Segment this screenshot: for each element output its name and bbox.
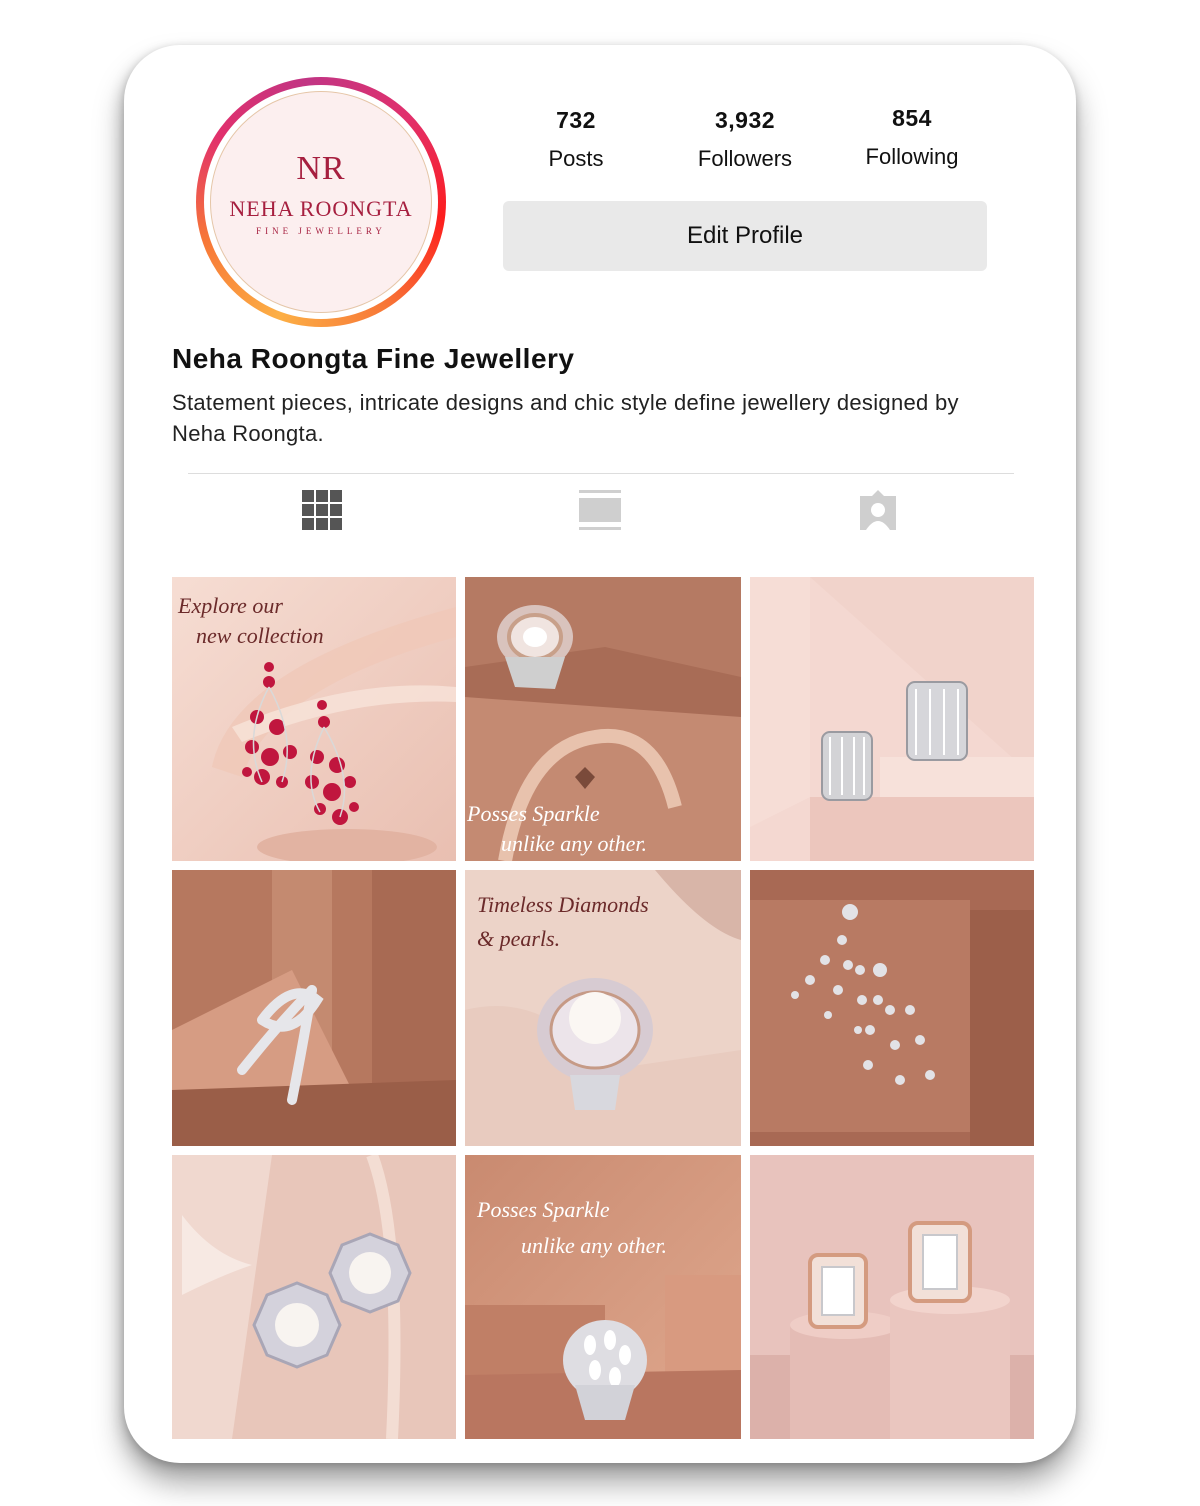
stat-followers-label: Followers: [697, 146, 793, 171]
edit-profile-button[interactable]: Edit Profile: [503, 201, 987, 271]
profile-bio: Statement pieces, intricate designs and …: [172, 390, 959, 446]
feed-icon: [579, 490, 621, 530]
post-5-caption-line-2: & pearls.: [477, 926, 561, 951]
post-tile-5[interactable]: Timeless Diamonds & pearls.: [465, 870, 741, 1146]
stat-following-label: Following: [865, 144, 959, 169]
stat-following[interactable]: 854 Following: [827, 105, 997, 170]
stat-posts-label: Posts: [548, 146, 604, 171]
post-tile-7[interactable]: [172, 1155, 456, 1439]
tab-tagged[interactable]: [848, 485, 908, 535]
post-1-caption-line-1: Explore our: [178, 593, 283, 618]
post-image-4: [172, 870, 456, 1146]
stat-followers-value: 3,932: [714, 107, 776, 133]
post-tile-6[interactable]: [750, 870, 1034, 1146]
post-image-3: [750, 577, 1034, 861]
tagged-icon: [860, 490, 896, 530]
post-2-caption-line-2: unlike any other.: [501, 831, 648, 856]
tab-grid[interactable]: [292, 485, 352, 535]
post-image-9: [750, 1155, 1034, 1439]
post-image-7: [172, 1155, 456, 1439]
posts-grid: Explore our new collection Posses Sparkl…: [172, 577, 1034, 1439]
stat-followers[interactable]: 3,932 Followers: [660, 107, 830, 172]
avatar-ring-gap: NR NEHA ROONGTA FINE JEWELLERY: [204, 85, 438, 319]
stat-posts-value: 732: [556, 107, 596, 133]
post-image-6: [750, 870, 1034, 1146]
post-8-caption-line-1: Posses Sparkle: [477, 1197, 610, 1222]
stat-posts[interactable]: 732 Posts: [491, 107, 661, 172]
post-8-caption-line-2: unlike any other.: [521, 1233, 668, 1258]
brand-logo: NR NEHA ROONGTA FINE JEWELLERY: [210, 91, 432, 313]
logo-monogram: NR: [296, 150, 346, 187]
stat-following-value: 854: [892, 105, 932, 131]
tab-feed[interactable]: [570, 485, 630, 535]
profile-name: Neha Roongta Fine Jewellery: [172, 343, 575, 374]
tabs-divider: [188, 473, 1014, 474]
profile-avatar[interactable]: NR NEHA ROONGTA FINE JEWELLERY: [196, 77, 446, 327]
post-1-caption-line-2: new collection: [196, 623, 324, 648]
post-tile-9[interactable]: [750, 1155, 1034, 1439]
post-tile-3[interactable]: [750, 577, 1034, 861]
logo-brand-name: NEHA ROONGTA: [229, 196, 413, 221]
post-tile-2[interactable]: Posses Sparkle unlike any other.: [465, 577, 741, 861]
post-tile-1[interactable]: Explore our new collection: [172, 577, 456, 861]
post-tile-4[interactable]: [172, 870, 456, 1146]
post-5-caption-line-1: Timeless Diamonds: [477, 892, 649, 917]
post-tile-8[interactable]: Posses Sparkle unlike any other.: [465, 1155, 741, 1439]
profile-card: NR NEHA ROONGTA FINE JEWELLERY 732 Posts…: [124, 45, 1076, 1463]
post-2-caption-line-1: Posses Sparkle: [467, 801, 600, 826]
logo-tagline: FINE JEWELLERY: [256, 226, 386, 236]
grid-icon: [302, 490, 342, 530]
